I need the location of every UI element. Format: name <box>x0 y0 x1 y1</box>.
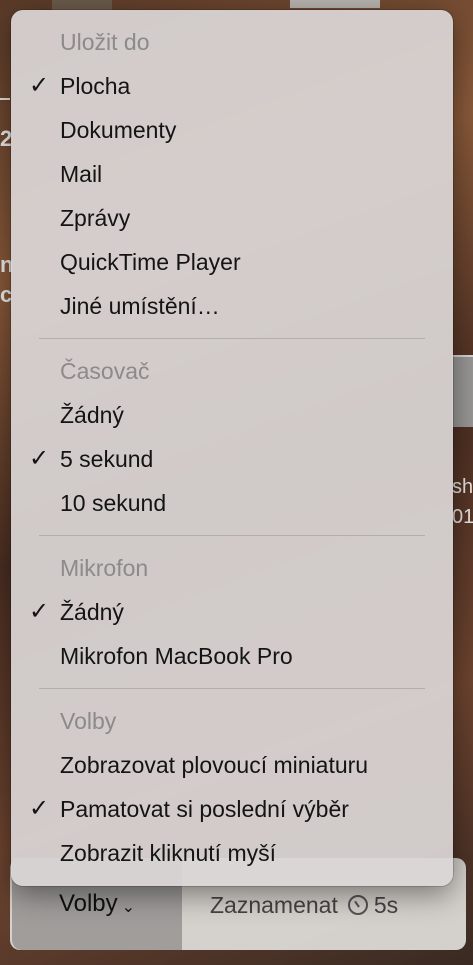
background-window-edge <box>452 355 473 427</box>
timer-icon <box>347 895 368 915</box>
checkmark-icon: ✓ <box>28 598 50 625</box>
menu-item[interactable]: Zobrazit kliknutí myší <box>11 831 453 875</box>
menu-item-label: 10 sekund <box>60 490 167 516</box>
background-line <box>0 98 10 100</box>
timer-value: 5s <box>373 891 399 918</box>
checkmark-icon: ✓ <box>28 795 50 822</box>
menu-item-label: Pamatovat si poslední výběr <box>60 796 349 822</box>
menu-item[interactable]: QuickTime Player <box>11 240 453 284</box>
checkmark-icon: ✓ <box>28 72 50 99</box>
record-button-label: Zaznamenat <box>210 891 338 918</box>
menu-item[interactable]: Mail <box>11 152 453 196</box>
menu-item-label: Mail <box>60 161 103 187</box>
menu-item[interactable]: 10 sekund <box>11 481 453 525</box>
record-button[interactable]: Zaznamenat 5s <box>210 880 398 930</box>
background-text: sh <box>452 476 473 498</box>
menu-item-label: Zobrazovat plovoucí miniaturu <box>60 752 369 778</box>
menu-item[interactable]: Dokumenty <box>11 108 453 152</box>
menu-item[interactable]: Žádný <box>11 393 453 437</box>
menu-section-header: Mikrofon <box>60 555 149 581</box>
menu-section-header: Uložit do <box>60 29 150 55</box>
menu-item-label: 5 sekund <box>60 446 154 472</box>
menu-item-label: Žádný <box>60 402 124 428</box>
menu-item-label: Plocha <box>60 73 131 99</box>
background-thumbnail <box>52 0 112 10</box>
menu-item[interactable]: Jiné umístění… <box>11 284 453 328</box>
menu-section-header: Časovač <box>60 358 150 384</box>
menu-separator <box>39 535 425 536</box>
menu-separator <box>39 688 425 689</box>
options-button-label: Volby <box>58 890 118 917</box>
menu-item[interactable]: ✓ Pamatovat si poslední výběr <box>11 787 453 831</box>
menu-item-label: Zobrazit kliknutí myší <box>60 840 276 866</box>
menu-item[interactable]: Zprávy <box>11 196 453 240</box>
menu-item[interactable]: ✓ Plocha <box>11 64 453 108</box>
background-thumbnail <box>290 0 380 8</box>
menu-item-label: Jiné umístění… <box>60 293 220 319</box>
menu-item[interactable]: Zobrazovat plovoucí miniaturu <box>11 743 453 787</box>
menu-item[interactable]: ✓ 5 sekund <box>11 437 453 481</box>
menu-item-label: Mikrofon MacBook Pro <box>60 643 293 669</box>
menu-item-label: QuickTime Player <box>60 249 241 275</box>
menu-item-label: Zprávy <box>60 205 131 231</box>
checkmark-icon: ✓ <box>28 445 50 472</box>
menu-section-header: Volby <box>60 708 117 734</box>
background-text: 01 <box>452 506 473 528</box>
menu-item[interactable]: ✓ Žádný <box>11 590 453 634</box>
menu-item-label: Dokumenty <box>60 117 177 143</box>
options-menu: Uložit do ✓ Plocha Dokumenty Mail Zprávy Quick… <box>11 10 453 886</box>
chevron-down-icon: ⌄ <box>121 899 136 916</box>
menu-separator <box>39 338 425 339</box>
menu-item-label: Žádný <box>60 599 124 625</box>
menu-item[interactable]: Mikrofon MacBook Pro <box>11 634 453 678</box>
